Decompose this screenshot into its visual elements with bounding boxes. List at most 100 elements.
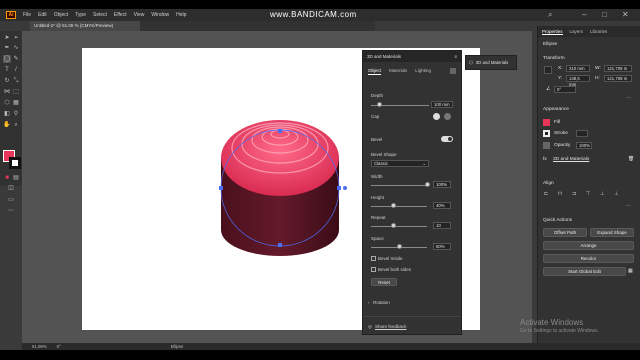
color-mode-icon[interactable]: ■ <box>3 174 11 182</box>
ellipse-tool-icon[interactable]: ◯ <box>3 55 11 63</box>
align-middle-icon[interactable]: ⊥ <box>600 191 604 197</box>
hand-tool-icon[interactable]: ✋ <box>3 121 11 129</box>
global-edit-button[interactable]: Start Global Edit <box>543 267 626 276</box>
rotation-angle[interactable]: 0° <box>57 344 61 349</box>
rotation-section[interactable]: Rotation <box>373 300 390 305</box>
perspective-grid-tool-icon[interactable]: ▦ <box>12 99 20 107</box>
arrange-button[interactable]: Arrange <box>543 241 634 250</box>
eyedropper-tool-icon[interactable]: ⚲ <box>12 110 20 118</box>
recolor-button[interactable]: Recolor <box>543 254 634 263</box>
bevel-inside-checkbox[interactable] <box>371 256 376 261</box>
repeat-slider-knob[interactable] <box>390 223 396 228</box>
global-edit-options-icon[interactable]: ▦ <box>628 269 633 274</box>
stroke-swatch[interactable] <box>9 157 21 169</box>
close-icon[interactable]: ✕ <box>622 10 629 19</box>
3d-effect-link[interactable]: 3D and Materials <box>553 157 589 162</box>
h-field[interactable]: 121,708 m <box>604 75 632 82</box>
angle-field[interactable]: 0° <box>554 86 576 93</box>
menu-edit[interactable]: Edit <box>38 12 47 18</box>
menu-view[interactable]: View <box>134 12 145 18</box>
draw-mode-icon[interactable]: ◫ <box>7 184 15 192</box>
depth-field[interactable]: 100 mm <box>431 101 453 108</box>
align-top-icon[interactable]: ⊤ <box>586 191 590 197</box>
opacity-field[interactable]: 100% <box>576 142 592 149</box>
tab-layers[interactable]: Layers <box>570 29 584 34</box>
menu-select[interactable]: Select <box>93 12 107 18</box>
3d-materials-flyout[interactable]: ⬡ 3D and Materials <box>465 55 517 70</box>
more-options-icon[interactable]: ⋯ <box>626 96 631 101</box>
free-transform-tool-icon[interactable]: ⬚ <box>12 88 20 96</box>
height-slider-knob[interactable] <box>390 203 396 208</box>
pencil-tool-icon[interactable]: ✎ <box>12 55 20 63</box>
repeat-slider[interactable] <box>371 226 427 227</box>
menu-object[interactable]: Object <box>54 12 68 18</box>
cap-on-icon[interactable] <box>433 113 440 120</box>
selection-tool-icon[interactable]: ➤ <box>3 34 11 42</box>
document-tab[interactable]: Untitled-2* @ 51.06 % (CMYK/Preview) <box>30 21 140 31</box>
expand-shape-button[interactable]: Expand Shape <box>590 228 634 237</box>
w-field[interactable]: 121,708 m <box>604 65 632 72</box>
width-tool-icon[interactable]: ⋈ <box>3 88 11 96</box>
zoom-level[interactable]: 51,06% <box>32 344 47 349</box>
repeat-field[interactable]: 10 <box>433 222 451 229</box>
type-tool-icon[interactable]: T <box>3 66 11 74</box>
screen-mode-icon[interactable]: ▭ <box>7 196 15 204</box>
offset-path-button[interactable]: Offset Path <box>543 228 587 237</box>
stroke-weight-field[interactable] <box>576 130 588 137</box>
height-slider[interactable] <box>371 206 427 207</box>
search-icon[interactable]: ⌕ <box>548 10 552 20</box>
panel-menu-icon[interactable]: ≡ <box>454 54 457 59</box>
curvature-tool-icon[interactable]: ∿ <box>12 44 20 52</box>
x-field[interactable]: 210 mm <box>566 65 590 72</box>
more-align-icon[interactable]: ⋯ <box>626 204 631 209</box>
y-field[interactable]: 148,5 mm <box>566 75 590 87</box>
minimize-icon[interactable]: – <box>582 10 586 19</box>
tab-properties[interactable]: Properties <box>542 29 563 35</box>
stroke-label: Stroke <box>554 131 568 136</box>
3d-cylinder-object[interactable] <box>215 110 350 265</box>
height-field[interactable]: 40% <box>433 202 451 209</box>
width-slider-knob[interactable] <box>424 182 430 187</box>
share-feedback-link[interactable]: Share feedback <box>375 324 407 329</box>
fill-color-swatch[interactable] <box>543 119 550 126</box>
tab-materials[interactable]: Materials <box>389 68 407 74</box>
chevron-right-icon[interactable]: › <box>368 300 370 305</box>
align-right-icon[interactable]: ⊐ <box>572 191 576 197</box>
menu-window[interactable]: Window <box>151 12 169 18</box>
more-tools-icon[interactable]: ⋯ <box>7 207 15 215</box>
width-field[interactable]: 100% <box>433 181 451 188</box>
shape-builder-tool-icon[interactable]: ⬡ <box>3 99 11 107</box>
bevel-both-sides-checkbox[interactable] <box>371 267 376 272</box>
menu-help[interactable]: Help <box>176 12 186 18</box>
bevel-toggle[interactable] <box>441 136 453 142</box>
tab-object[interactable]: Object <box>368 68 382 75</box>
menu-type[interactable]: Type <box>75 12 86 18</box>
render-settings-icon[interactable] <box>450 68 456 74</box>
direct-selection-tool-icon[interactable]: ➢ <box>12 34 20 42</box>
reset-button[interactable]: Reset <box>371 278 397 286</box>
line-tool-icon[interactable]: / <box>12 66 20 74</box>
cap-off-icon[interactable] <box>444 113 451 120</box>
menu-file[interactable]: File <box>23 12 31 18</box>
width-slider[interactable] <box>371 185 427 186</box>
align-bottom-icon[interactable]: ⊥ <box>614 191 618 197</box>
rotate-tool-icon[interactable]: ↻ <box>3 77 11 85</box>
gradient-mode-icon[interactable]: ▤ <box>12 174 20 182</box>
depth-slider-knob[interactable] <box>377 102 383 107</box>
pen-tool-icon[interactable]: ✒ <box>3 44 11 52</box>
scale-tool-icon[interactable]: ⤡ <box>12 77 20 85</box>
align-left-icon[interactable]: ⊏ <box>544 191 548 197</box>
tab-lighting[interactable]: Lighting <box>415 68 431 74</box>
bevel-shape-select[interactable]: Classic ⌄ <box>371 160 429 167</box>
reference-point-icon[interactable] <box>544 66 552 74</box>
space-field[interactable]: 50% <box>433 243 451 250</box>
gradient-tool-icon[interactable]: ◧ <box>3 110 11 118</box>
zoom-tool-icon[interactable]: ⌕ <box>12 121 20 129</box>
align-center-icon[interactable]: ⊓ <box>558 191 562 197</box>
delete-effect-icon[interactable]: 🗑 <box>628 157 634 162</box>
menu-effect[interactable]: Effect <box>114 12 127 18</box>
tab-libraries[interactable]: Libraries <box>590 29 607 34</box>
stroke-color-swatch[interactable] <box>543 130 550 137</box>
maximize-icon[interactable]: □ <box>602 10 607 19</box>
space-slider-knob[interactable] <box>396 244 402 249</box>
